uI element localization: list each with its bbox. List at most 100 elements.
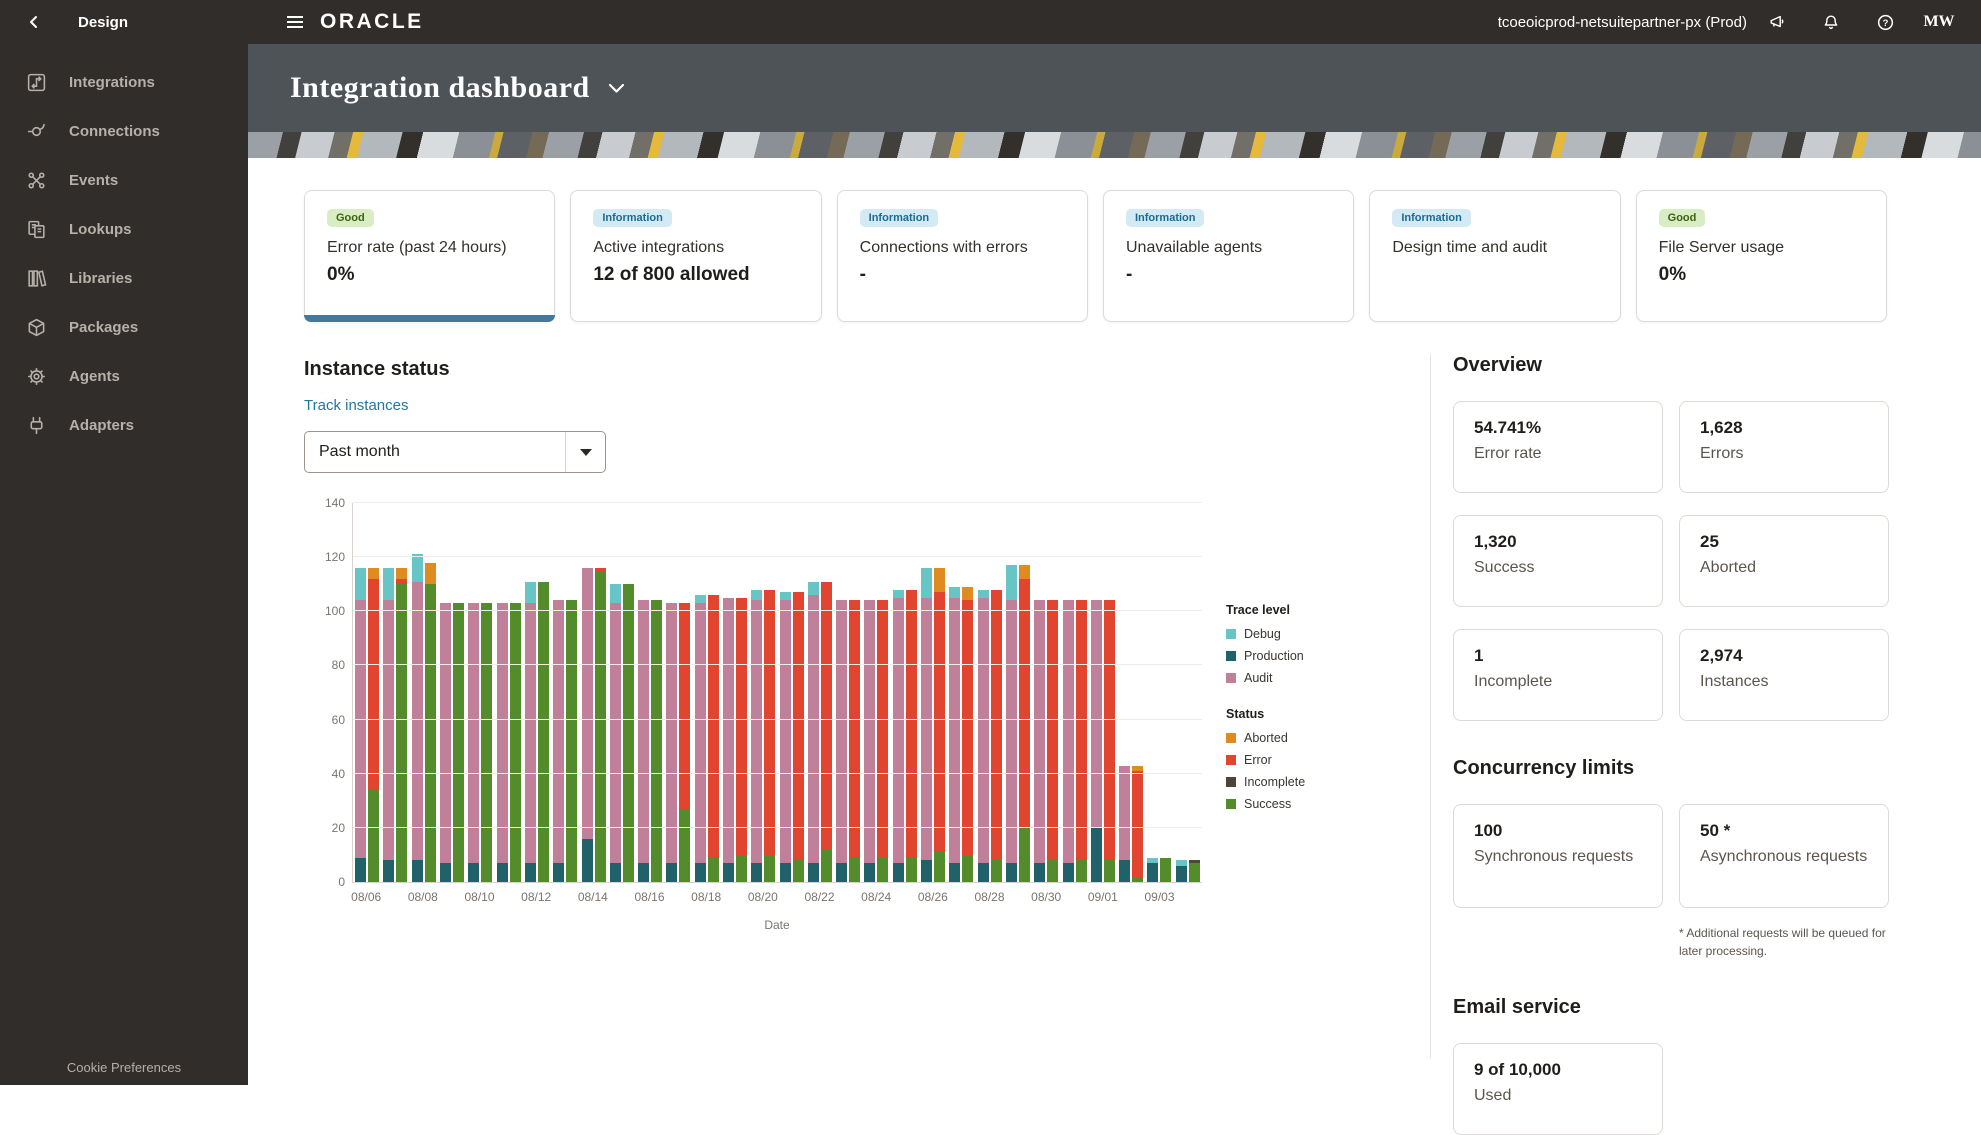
adapters-icon	[26, 415, 47, 436]
trace-bar-audit	[978, 598, 989, 863]
gridline	[353, 719, 1202, 720]
kpi-card-connections-with-errors[interactable]: Information Connections with errors -	[837, 190, 1088, 322]
stat-label: Aborted	[1700, 558, 1868, 578]
sidebar-item-libraries[interactable]: Libraries	[0, 254, 248, 303]
bar-group-08/08	[410, 503, 438, 882]
legend-swatch	[1226, 733, 1236, 743]
status-bar	[1189, 503, 1200, 882]
trace-bar-debug	[355, 568, 366, 600]
bar-group-08/28	[976, 503, 1004, 882]
trace-bar-audit	[610, 603, 621, 863]
status-bar-success	[1019, 828, 1030, 882]
trace-bar	[1034, 503, 1045, 882]
sidebar-item-adapters[interactable]: Adapters	[0, 401, 248, 450]
trace-bar-production	[468, 863, 479, 882]
stat-card-success: 1,320 Success	[1453, 515, 1663, 607]
concurrency-grid: 100 Synchronous requests 50 * Asynchrono…	[1453, 804, 1887, 960]
kpi-label: Connections with errors	[860, 239, 1065, 257]
help-icon[interactable]: ?	[1865, 7, 1905, 37]
time-range-select[interactable]: Past month	[304, 431, 606, 473]
back-icon[interactable]	[20, 8, 48, 36]
kpi-card-design-time-audit[interactable]: Information Design time and audit	[1369, 190, 1620, 322]
kpi-card-error-rate[interactable]: Good Error rate (past 24 hours) 0%	[304, 190, 555, 322]
x-tick-label: 08/28	[974, 890, 1004, 904]
x-tick-label: 08/12	[521, 890, 551, 904]
status-bar-success	[793, 860, 804, 882]
status-bar-success	[481, 603, 492, 882]
chart-legend: Trace levelDebugProductionAuditStatusAbo…	[1226, 503, 1356, 932]
trace-bar-audit	[383, 600, 394, 860]
select-dropdown-button[interactable]	[565, 432, 605, 472]
x-tick-label: 08/16	[634, 890, 664, 904]
legend-swatch	[1226, 777, 1236, 787]
sidebar-item-integrations[interactable]: Integrations	[0, 58, 248, 107]
bar-group-08/27	[947, 503, 975, 882]
gridline	[353, 610, 1202, 611]
kpi-card-active-integrations[interactable]: Information Active integrations 12 of 80…	[570, 190, 821, 322]
trace-bar-audit	[1063, 600, 1074, 863]
user-avatar[interactable]: MW	[1919, 7, 1959, 37]
sidebar-item-label: Packages	[69, 319, 138, 336]
trace-bar	[978, 503, 989, 882]
status-bar-error	[962, 600, 973, 854]
trace-bar-production	[836, 863, 847, 882]
status-bar-success	[368, 790, 379, 882]
status-bar-success	[1189, 863, 1200, 882]
topbar-sidebar-zone: Design	[0, 8, 248, 36]
trace-bar-audit	[1034, 600, 1045, 863]
y-tick-label: 0	[338, 875, 345, 889]
trace-bar-production	[525, 863, 536, 882]
kpi-card-unavailable-agents[interactable]: Information Unavailable agents -	[1103, 190, 1354, 322]
announcement-icon[interactable]	[1757, 7, 1797, 37]
sidebar-item-packages[interactable]: Packages	[0, 303, 248, 352]
email-service-title: Email service	[1453, 996, 1887, 1019]
menu-icon[interactable]	[282, 9, 308, 35]
y-tick-label: 40	[332, 767, 345, 781]
bar-group-08/09	[438, 503, 466, 882]
libraries-icon	[26, 268, 47, 289]
sidebar-item-events[interactable]: Events	[0, 156, 248, 205]
kpi-card-file-server-usage[interactable]: Good File Server usage 0%	[1636, 190, 1887, 322]
stat-label: Used	[1474, 1086, 1642, 1106]
kpi-label: Unavailable agents	[1126, 239, 1331, 257]
stat-value: 54.741%	[1474, 418, 1642, 438]
title-chevron-down-icon[interactable]	[608, 83, 625, 94]
instance-status-section: Instance status Track instances Past mon…	[248, 358, 1430, 1058]
concurrency-footnote: * Additional requests will be queued for…	[1679, 924, 1889, 960]
status-bar-error	[736, 598, 747, 855]
legend-item-production: Production	[1226, 649, 1356, 663]
trace-bar	[723, 503, 734, 882]
overview-panel: Overview 54.741% Error rate 1,628 Errors…	[1430, 354, 1981, 1058]
bar-group-08/13	[551, 503, 579, 882]
legend-item-incomplete: Incomplete	[1226, 775, 1356, 789]
status-bar-success	[679, 809, 690, 882]
chevron-down-icon	[580, 449, 592, 456]
trace-bar	[638, 503, 649, 882]
sidebar-item-connections[interactable]: Connections	[0, 107, 248, 156]
stat-label: Success	[1474, 558, 1642, 578]
track-instances-link[interactable]: Track instances	[304, 397, 408, 414]
trace-bar-production	[638, 863, 649, 882]
events-icon	[26, 170, 47, 191]
trace-bar-production	[978, 863, 989, 882]
status-bar	[736, 503, 747, 882]
legend-label: Aborted	[1244, 731, 1288, 745]
x-tick-label: 09/01	[1088, 890, 1118, 904]
legend-group: StatusAbortedErrorIncompleteSuccess	[1226, 707, 1356, 811]
legend-label: Incomplete	[1244, 775, 1305, 789]
status-bar-success	[906, 858, 917, 882]
trace-bar	[949, 503, 960, 882]
sidebar: Integrations Connections Events Lookups …	[0, 44, 248, 1085]
trace-bar-production	[440, 863, 451, 882]
trace-bar	[751, 503, 762, 882]
trace-bar-production	[1176, 866, 1187, 882]
sidebar-item-agents[interactable]: Agents	[0, 352, 248, 401]
legend-swatch	[1226, 799, 1236, 809]
status-bar-error	[849, 600, 860, 857]
sidebar-item-lookups[interactable]: Lookups	[0, 205, 248, 254]
cookie-preferences-link[interactable]: Cookie Preferences	[0, 1060, 248, 1075]
trace-bar-audit	[666, 603, 677, 863]
trace-bar-audit	[723, 598, 734, 863]
trace-bar-production	[921, 860, 932, 882]
notifications-icon[interactable]	[1811, 7, 1851, 37]
